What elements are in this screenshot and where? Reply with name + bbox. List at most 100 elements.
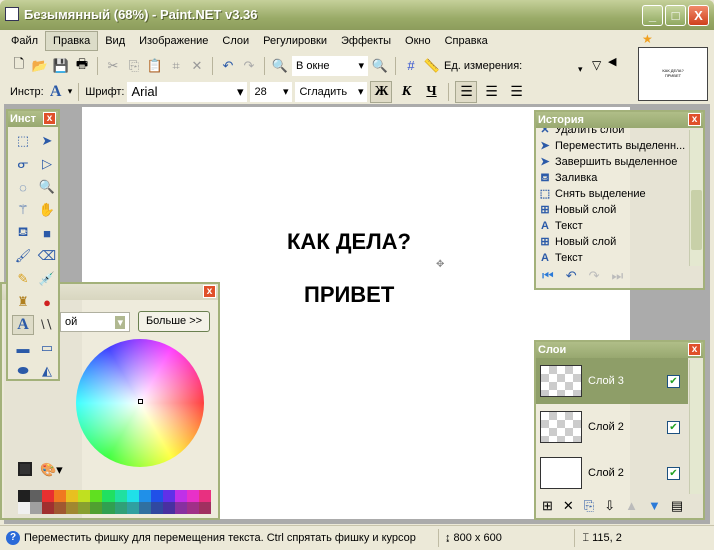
open-icon[interactable]: 📂 bbox=[31, 57, 49, 75]
toolbar-overflow-icon[interactable]: ▾ bbox=[578, 64, 583, 75]
palette-swatch[interactable] bbox=[174, 502, 187, 514]
layer-properties-icon[interactable]: ▤ bbox=[671, 498, 683, 514]
deselect-icon[interactable]: ✕ bbox=[188, 57, 206, 75]
tools-panel-header[interactable]: Инст x bbox=[8, 111, 58, 127]
zoom-in-icon[interactable]: 🔍 bbox=[371, 57, 389, 75]
antialias-select[interactable]: Сгладить ▾ bbox=[295, 81, 368, 102]
size-select[interactable]: 28 ▾ bbox=[250, 81, 293, 102]
clone-stamp-icon[interactable]: ♜ bbox=[12, 292, 34, 312]
text-tool-icon[interactable]: A bbox=[12, 315, 34, 335]
palette-swatch[interactable] bbox=[66, 502, 79, 514]
color-picker-icon[interactable]: 💉 bbox=[36, 269, 58, 289]
gradient-icon[interactable]: ■ bbox=[36, 223, 58, 243]
align-left-icon[interactable]: ☰ bbox=[455, 80, 478, 103]
layer-visibility-checkbox[interactable]: ✔ bbox=[667, 466, 680, 480]
history-item[interactable]: ⊞ Новый слой bbox=[536, 202, 686, 218]
layers-panel-header[interactable]: Слои x bbox=[536, 342, 703, 358]
palette-swatch[interactable] bbox=[162, 502, 175, 514]
image-thumbnail[interactable]: КАК ДЕЛА? ПРИВЕТ bbox=[638, 47, 708, 101]
zoom-out-icon[interactable]: 🔍 bbox=[271, 57, 289, 75]
palette-swatch[interactable] bbox=[90, 502, 103, 514]
palette-swatch[interactable] bbox=[90, 490, 103, 502]
freeform-shape-icon[interactable]: ◭ bbox=[36, 361, 58, 381]
history-item[interactable]: ➤ Завершить выделенное bbox=[536, 154, 686, 170]
menu-help[interactable]: Справка bbox=[438, 32, 495, 50]
rounded-rectangle-icon[interactable]: ▭ bbox=[36, 338, 58, 358]
scrollbar-thumb[interactable] bbox=[691, 190, 702, 250]
history-item[interactable]: ➤ Переместить выделенн... bbox=[536, 138, 686, 154]
print-icon[interactable]: 🖶 bbox=[73, 56, 91, 75]
palette-swatch[interactable] bbox=[102, 490, 115, 502]
palette-swatch[interactable] bbox=[30, 502, 43, 514]
rectangle-select-icon[interactable]: ⬚ bbox=[12, 131, 34, 151]
history-scrollbar[interactable] bbox=[689, 130, 703, 266]
chevron-down-icon[interactable]: ▾ bbox=[68, 86, 73, 97]
layer-item[interactable]: Слой 2 ✔ bbox=[536, 450, 688, 496]
align-center-icon[interactable]: ☰ bbox=[480, 81, 502, 103]
close-icon[interactable]: x bbox=[688, 343, 701, 356]
ruler-icon[interactable]: 📏 bbox=[423, 57, 441, 75]
zoom-select[interactable]: В окне ▾ bbox=[292, 55, 368, 76]
paint-bucket-icon[interactable]: ⛾ bbox=[12, 223, 34, 243]
fast-forward-icon[interactable]: ⏭ bbox=[612, 268, 624, 284]
move-layer-up-icon[interactable]: ▲ bbox=[625, 498, 638, 514]
history-item[interactable]: A Текст bbox=[536, 250, 686, 266]
palette-swatch[interactable] bbox=[114, 502, 127, 514]
zoom-icon[interactable]: 🔍 bbox=[36, 177, 58, 197]
primary-color-swatch[interactable] bbox=[18, 462, 32, 476]
ellipse-icon[interactable]: ⬬ bbox=[12, 361, 34, 381]
copy-icon[interactable]: ⎘ bbox=[125, 57, 143, 75]
menu-image[interactable]: Изображение bbox=[132, 32, 215, 50]
history-item[interactable]: A Текст bbox=[536, 218, 686, 234]
redo-icon[interactable]: ↷ bbox=[240, 57, 258, 75]
palette-swatch[interactable] bbox=[150, 490, 163, 502]
palette-swatch[interactable] bbox=[138, 490, 151, 502]
palette-swatch[interactable] bbox=[126, 490, 139, 502]
close-button[interactable]: X bbox=[688, 5, 709, 26]
pan-icon[interactable]: ✋ bbox=[36, 200, 58, 220]
menu-edit[interactable]: Правка bbox=[45, 31, 99, 51]
close-icon[interactable]: x bbox=[43, 112, 56, 125]
palette-swatch[interactable] bbox=[18, 490, 31, 502]
menu-file[interactable]: Файл bbox=[4, 32, 45, 50]
palette-swatch[interactable] bbox=[186, 490, 199, 502]
menu-view[interactable]: Вид bbox=[98, 32, 132, 50]
canvas-text[interactable]: ПРИВЕТ bbox=[304, 282, 394, 308]
palette-swatch[interactable] bbox=[114, 490, 127, 502]
palette-swatch[interactable] bbox=[126, 502, 139, 514]
layer-visibility-checkbox[interactable]: ✔ bbox=[667, 374, 680, 388]
title-bar[interactable]: Безымянный (68%) - Paint.NET v3.36 _ □ X bbox=[0, 0, 714, 30]
canvas-text[interactable]: КАК ДЕЛА? bbox=[287, 229, 411, 255]
grid-icon[interactable]: # bbox=[402, 57, 420, 75]
delete-layer-icon[interactable]: ✕ bbox=[563, 498, 574, 514]
menu-adjustments[interactable]: Регулировки bbox=[256, 32, 334, 50]
add-layer-icon[interactable]: ⊞ bbox=[542, 498, 553, 514]
cut-icon[interactable]: ✂ bbox=[104, 57, 122, 75]
text-tool-icon[interactable]: A bbox=[47, 83, 65, 101]
color-mode-select[interactable]: ой ▾ bbox=[60, 312, 130, 332]
underline-button[interactable]: Ч bbox=[420, 81, 442, 103]
color-picker-marker[interactable] bbox=[138, 399, 143, 404]
maximize-button[interactable]: □ bbox=[665, 5, 686, 26]
palette-swatch[interactable] bbox=[18, 502, 31, 514]
palette-swatch[interactable] bbox=[186, 502, 199, 514]
undo-icon[interactable]: ↶ bbox=[219, 57, 237, 75]
rewind-icon[interactable]: ⏮ bbox=[542, 268, 554, 284]
layer-item[interactable]: Слой 3 ✔ bbox=[536, 358, 688, 404]
palette-icon[interactable]: 🎨▾ bbox=[40, 462, 63, 478]
history-item[interactable]: ⊞ Новый слой bbox=[536, 234, 686, 250]
palette-swatch[interactable] bbox=[54, 490, 67, 502]
menu-window[interactable]: Окно bbox=[398, 32, 438, 50]
menu-layers[interactable]: Слои bbox=[215, 32, 256, 50]
palette-swatch[interactable] bbox=[150, 502, 163, 514]
bold-button[interactable]: Ж bbox=[370, 80, 393, 103]
palette-swatch[interactable] bbox=[78, 502, 91, 514]
rectangle-icon[interactable]: ▬ bbox=[12, 338, 34, 358]
palette-swatch[interactable] bbox=[198, 502, 211, 514]
duplicate-layer-icon[interactable]: ⎘ bbox=[584, 498, 594, 514]
layer-visibility-checkbox[interactable]: ✔ bbox=[667, 420, 680, 434]
palette-swatch[interactable] bbox=[174, 490, 187, 502]
new-icon[interactable]: 🗋 bbox=[10, 56, 28, 75]
paste-icon[interactable]: 📋 bbox=[146, 57, 164, 75]
move-layer-down-icon[interactable]: ▼ bbox=[648, 498, 661, 514]
